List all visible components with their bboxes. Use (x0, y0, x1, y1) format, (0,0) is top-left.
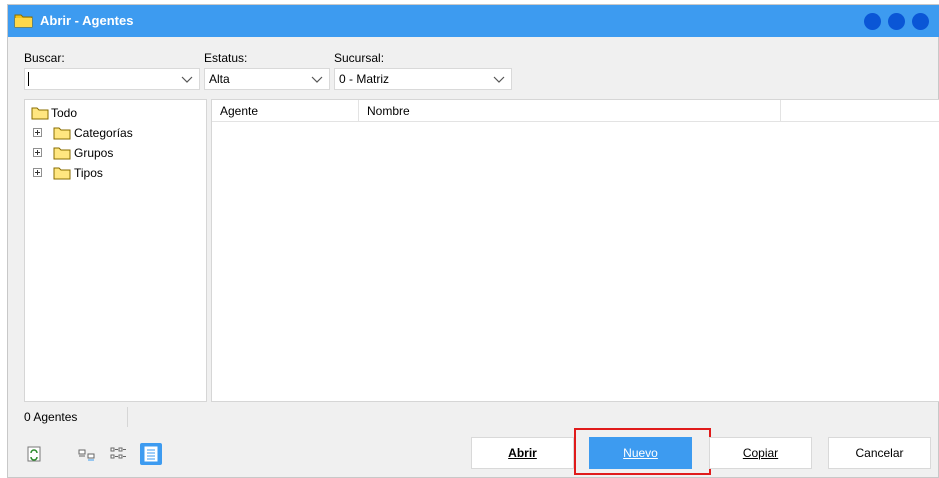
folder-icon (53, 167, 71, 180)
status-divider (127, 407, 128, 427)
title-bar[interactable]: Abrir - Agentes (8, 5, 939, 37)
tree-item-categorias[interactable]: Categorías (31, 124, 201, 142)
estatus-label: Estatus: (204, 51, 248, 65)
estatus-value: Alta (209, 72, 230, 86)
highlight-box (574, 428, 711, 475)
refresh-icon[interactable] (25, 445, 43, 463)
estatus-select[interactable]: Alta (204, 68, 330, 90)
tree-item-tipos[interactable]: Tipos (31, 164, 201, 182)
copiar-button[interactable]: Copiar (709, 437, 812, 469)
folder-icon (14, 14, 33, 28)
tree-item-grupos[interactable]: Grupos (31, 144, 201, 162)
tree-item-todo[interactable]: Todo (31, 104, 201, 122)
small-icons-view-icon[interactable] (78, 445, 96, 463)
open-agents-dialog: Abrir - Agentes Buscar: Estatus: Alta Su… (7, 4, 939, 478)
expand-icon[interactable] (33, 128, 42, 137)
abrir-button[interactable]: Abrir (471, 437, 574, 469)
status-count: 0 Agentes (24, 410, 78, 424)
window-button-2[interactable] (888, 13, 905, 30)
details-view-icon[interactable] (140, 443, 162, 465)
folder-icon (53, 147, 71, 160)
window-button-1[interactable] (864, 13, 881, 30)
expand-icon[interactable] (33, 168, 42, 177)
column-header-agente[interactable]: Agente (212, 100, 359, 122)
list-view-icon[interactable] (109, 445, 127, 463)
cancelar-label: Cancelar (855, 446, 904, 460)
category-tree[interactable]: Todo Categorías Grupos Tipos (24, 99, 207, 402)
text-caret (28, 72, 29, 86)
buscar-label: Buscar: (24, 51, 65, 65)
folder-icon (53, 127, 71, 140)
column-header-nombre[interactable]: Nombre (359, 100, 781, 122)
agents-list[interactable]: Agente Nombre (211, 99, 939, 402)
sucursal-select[interactable]: 0 - Matriz (334, 68, 512, 90)
expand-icon[interactable] (33, 148, 42, 157)
chevron-down-icon[interactable] (311, 76, 323, 84)
sucursal-value: 0 - Matriz (339, 72, 390, 86)
chevron-down-icon[interactable] (493, 76, 505, 84)
cancelar-button[interactable]: Cancelar (828, 437, 931, 469)
buscar-input[interactable] (24, 68, 200, 90)
abrir-label: Abrir (508, 446, 537, 460)
folder-icon (31, 107, 49, 120)
sucursal-label: Sucursal: (334, 51, 385, 65)
window-title: Abrir - Agentes (40, 13, 134, 28)
window-button-3[interactable] (912, 13, 929, 30)
copiar-label: Copiar (742, 446, 779, 460)
chevron-down-icon[interactable] (181, 76, 193, 84)
list-header: Agente Nombre (212, 100, 939, 122)
